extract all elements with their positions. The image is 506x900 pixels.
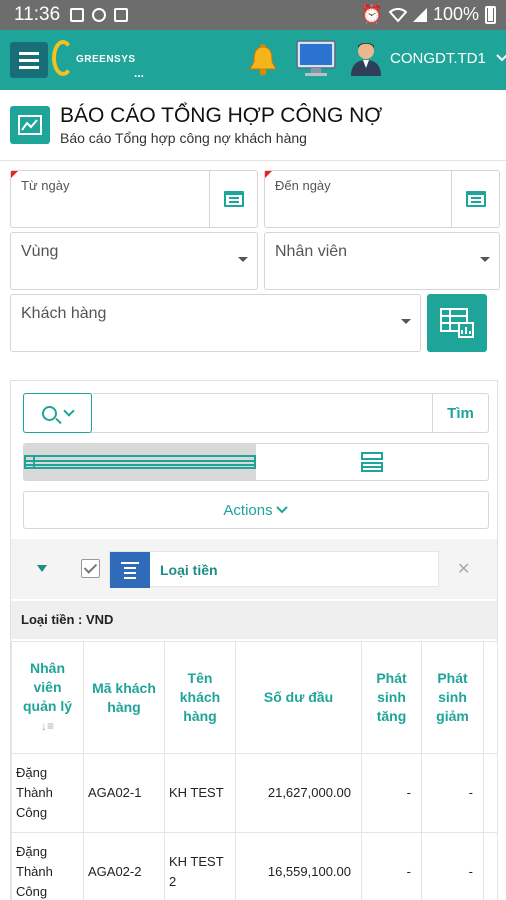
- chevron-down-icon: [496, 54, 506, 62]
- table-cell: Đặng Thành Công: [11, 832, 84, 900]
- group-chip[interactable]: Loại tiền: [109, 551, 439, 588]
- view-toggle: [23, 443, 489, 481]
- employee-select[interactable]: Nhân viên: [264, 232, 500, 290]
- search-submit-button[interactable]: Tìm: [432, 394, 488, 432]
- grid-search-bar[interactable]: Tìm: [23, 393, 489, 433]
- report-icon: [10, 106, 50, 144]
- logo-dots: ...: [134, 66, 145, 80]
- column-header[interactable]: Phát sinh tăng: [361, 641, 422, 754]
- status-time: 11:36: [14, 4, 61, 25]
- calendar-icon: [465, 191, 486, 207]
- from-date-field[interactable]: Từ ngày: [10, 170, 258, 228]
- required-marker: [11, 171, 18, 178]
- table-cell: [483, 832, 498, 900]
- card-view-icon: [361, 452, 383, 472]
- column-header[interactable]: Phát sinh giảm: [421, 641, 484, 754]
- region-select[interactable]: Vùng: [10, 232, 258, 290]
- export-report-button[interactable]: [427, 294, 487, 352]
- table-export-icon: [440, 308, 474, 338]
- customer-select[interactable]: Khách hàng: [10, 294, 421, 352]
- notification-icons: [70, 8, 128, 22]
- sort-icon[interactable]: ↓≡: [41, 719, 54, 733]
- chevron-down-icon: [63, 405, 75, 417]
- user-menu[interactable]: CONGDT.TD1: [348, 40, 506, 76]
- monitor-icon[interactable]: [296, 40, 336, 78]
- chevron-down-icon: [275, 506, 288, 514]
- report-grid-panel: Tìm Actions Loại tiền ✕ Loại tiền : VND …: [10, 380, 498, 900]
- search-icon: [42, 405, 57, 421]
- avatar-icon: [351, 43, 381, 76]
- to-date-label: Đến ngày: [275, 178, 331, 193]
- dropdown-arrow-icon: [480, 257, 490, 262]
- table-grid-icon: [24, 455, 256, 469]
- dropdown-arrow-icon: [238, 257, 248, 262]
- table-cell: AGA02-2: [83, 832, 165, 900]
- table-header-row: Nhân viên quản lý ↓≡ Mã khách hàng Tên k…: [11, 641, 498, 754]
- to-date-calendar-button[interactable]: [451, 171, 499, 227]
- page-title: BÁO CÁO TỔNG HỢP CÔNG NỢ: [60, 104, 383, 127]
- group-by-icon: [110, 552, 150, 588]
- close-icon[interactable]: ✕: [457, 559, 470, 579]
- table-cell: KH TEST 2: [164, 832, 236, 900]
- wifi-icon: [388, 7, 407, 22]
- column-header[interactable]: Mã khách hàng: [83, 641, 165, 754]
- signal-icon: [412, 7, 427, 22]
- employee-label: Nhân viên: [275, 243, 348, 260]
- grid-view-button[interactable]: [24, 444, 256, 480]
- table-cell: Đặng Thành Công: [11, 753, 84, 833]
- battery-icon: [485, 5, 496, 24]
- table-row[interactable]: Đặng Thành Công AGA02-1 KH TEST 21,627,0…: [11, 753, 498, 833]
- bell-icon[interactable]: [246, 42, 280, 76]
- customer-label: Khách hàng: [21, 305, 107, 322]
- divider: [0, 160, 506, 161]
- table-cell: 16,559,100.00: [235, 832, 362, 900]
- column-header: [483, 641, 498, 754]
- group-header-label: Loại tiền : VND: [21, 612, 114, 627]
- table-cell: -: [361, 832, 422, 900]
- from-date-calendar-button[interactable]: [209, 171, 257, 227]
- actions-label: Actions: [223, 501, 273, 519]
- group-panel: Loại tiền ✕: [11, 539, 497, 599]
- settings-icon: [92, 8, 106, 22]
- table-cell: [483, 753, 498, 833]
- app-logo[interactable]: GREENSYS ...: [52, 40, 145, 80]
- required-marker: [265, 171, 272, 178]
- battery-level: 100%: [432, 4, 479, 24]
- actions-dropdown[interactable]: Actions: [23, 491, 489, 529]
- table-cell: AGA02-1: [83, 753, 165, 833]
- table-row[interactable]: Đặng Thành Công AGA02-2 KH TEST 2 16,559…: [11, 832, 498, 900]
- dropdown-arrow-icon: [401, 319, 411, 324]
- group-chip-label: Loại tiền: [160, 562, 218, 578]
- column-header[interactable]: Tên khách hàng: [164, 641, 236, 754]
- search-filter-button[interactable]: [23, 393, 92, 433]
- clipboard-icon: [114, 8, 128, 22]
- column-header[interactable]: Nhân viên quản lý ↓≡: [11, 641, 84, 754]
- table-cell: -: [361, 753, 422, 833]
- hamburger-menu-button[interactable]: [10, 42, 48, 78]
- table-cell: -: [421, 753, 484, 833]
- logo-text: GREENSYS: [76, 54, 136, 65]
- column-header[interactable]: Số dư đầu: [235, 641, 362, 754]
- table-cell: 21,627,000.00: [235, 753, 362, 833]
- table-cell: KH TEST: [164, 753, 236, 833]
- collapse-caret-icon[interactable]: [37, 565, 47, 572]
- group-header-row: Loại tiền : VND: [11, 601, 497, 639]
- group-checkbox[interactable]: [81, 559, 100, 578]
- card-view-button[interactable]: [256, 444, 488, 480]
- image-icon: [70, 8, 84, 22]
- user-name: CONGDT.TD1: [390, 49, 486, 67]
- page-subtitle: Báo cáo Tổng hợp công nợ khách hàng: [60, 130, 307, 146]
- table-cell: -: [421, 832, 484, 900]
- report-table: Nhân viên quản lý ↓≡ Mã khách hàng Tên k…: [11, 641, 498, 900]
- status-bar: 11:36 ⏰ 100%: [0, 0, 506, 30]
- alarm-icon: ⏰: [360, 4, 383, 24]
- logo-mark-icon: [52, 40, 74, 76]
- to-date-field[interactable]: Đến ngày: [264, 170, 500, 228]
- from-date-label: Từ ngày: [21, 178, 70, 193]
- calendar-icon: [223, 191, 244, 207]
- status-right: ⏰ 100%: [361, 4, 496, 25]
- region-label: Vùng: [21, 243, 59, 260]
